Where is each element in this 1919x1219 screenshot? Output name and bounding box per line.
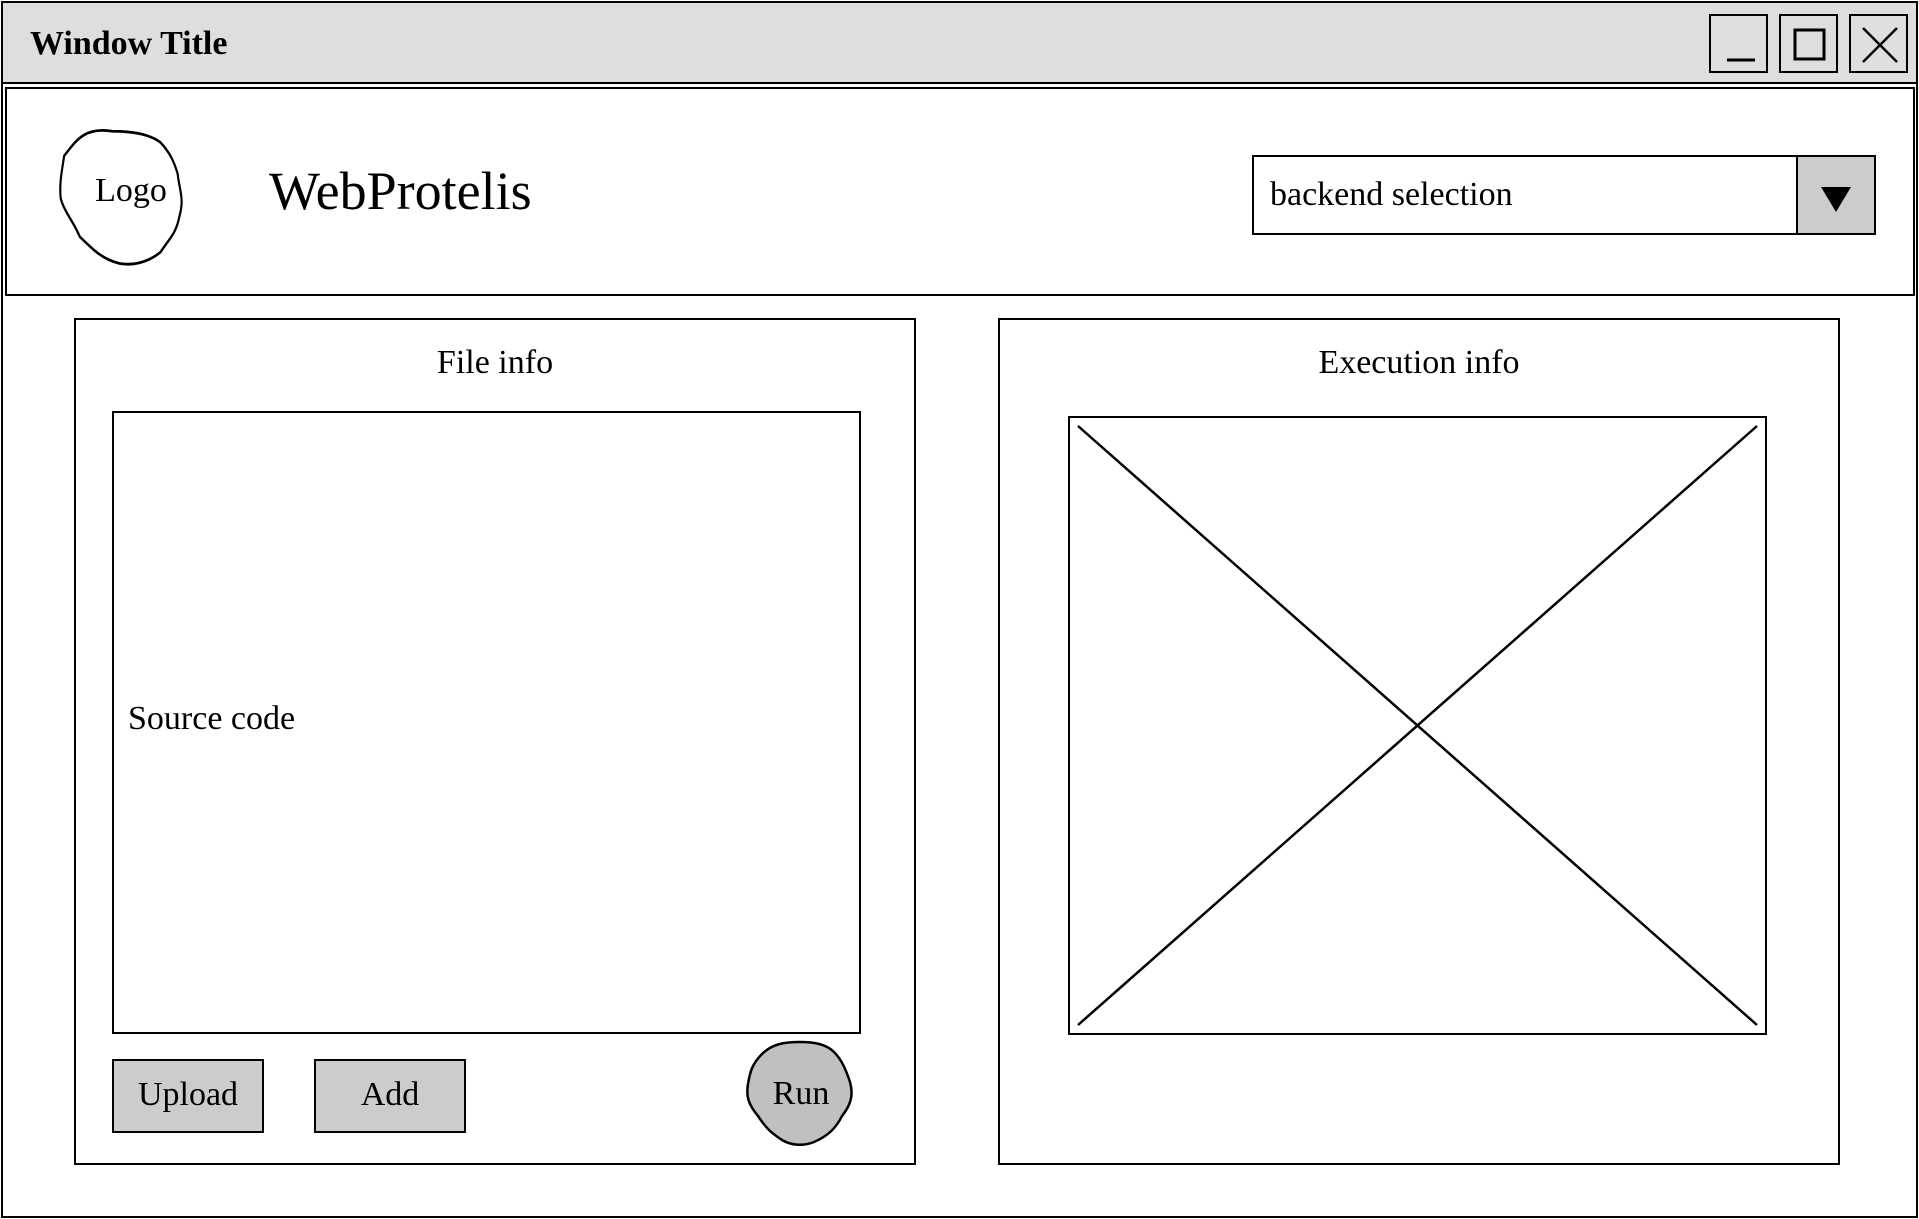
app-title: WebProtelis	[269, 161, 532, 221]
upload-button[interactable]: Upload	[112, 1059, 264, 1133]
close-button[interactable]	[1849, 14, 1908, 73]
maximize-button[interactable]	[1779, 14, 1838, 73]
logo-label: Logo	[95, 172, 167, 209]
maximize-icon	[1793, 28, 1826, 61]
minimize-icon	[1727, 58, 1755, 62]
image-placeholder	[1068, 416, 1767, 1035]
triangle-down-icon	[1821, 187, 1851, 212]
window-title: Window Title	[30, 25, 228, 62]
minimize-button[interactable]	[1709, 14, 1768, 73]
execution-info-title: Execution info	[1318, 344, 1520, 381]
run-button-label: Run	[772, 1075, 830, 1112]
file-info-title: File info	[436, 344, 554, 381]
close-icon	[1862, 27, 1898, 63]
title-bar[interactable]	[1, 1, 1918, 84]
backend-select-value: backend selection	[1270, 176, 1513, 213]
source-code-label: Source code	[128, 700, 296, 737]
backend-select-toggle[interactable]	[1796, 155, 1876, 235]
add-button[interactable]: Add	[314, 1059, 466, 1133]
image-placeholder-icon	[1077, 425, 1758, 1026]
